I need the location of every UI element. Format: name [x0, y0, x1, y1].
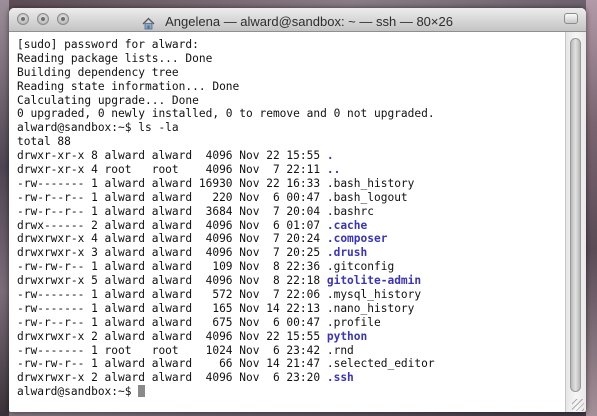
listing-directory-name: .composer [326, 232, 388, 246]
listing-file-name: .nano_history [326, 301, 415, 315]
listing-metadata: -rw-r--r-- 1 alward alward 675 Nov 6 00:… [17, 315, 327, 329]
listing-metadata: drwxr-xr-x 4 root root 4096 Nov 7 22:11 [17, 163, 327, 177]
desktop-background-left [0, 0, 9, 416]
listing-row: drwx------ 2 alward alward 4096 Nov 6 01… [17, 219, 566, 233]
listing-row: drwxrwxr-x 3 alward alward 4096 Nov 7 20… [17, 246, 566, 260]
terminal-line: 0 upgraded, 0 newly installed, 0 to remo… [17, 107, 435, 121]
listing-row: drwxr-xr-x 4 root root 4096 Nov 7 22:11 … [17, 163, 566, 177]
window-title-container: Angelena — alward@sandbox: ~ — ssh — 80×… [9, 11, 586, 30]
listing-row: -rw-rw-r-- 1 alward alward 109 Nov 8 22:… [17, 260, 566, 274]
listing-metadata: drwxrwxr-x 4 alward alward 4096 Nov 7 20… [17, 232, 327, 246]
listing-row: drwxrwxr-x 4 alward alward 4096 Nov 7 20… [17, 232, 566, 246]
terminal-line: Reading state information... Done [17, 79, 240, 93]
terminal-line: Reading package lists... Done [17, 51, 213, 65]
listing-metadata: -rw-r--r-- 1 alward alward 220 Nov 6 00:… [17, 190, 327, 204]
listing-metadata: -rw------- 1 alward alward 572 Nov 7 22:… [17, 288, 327, 302]
listing-directory-name: .drush [326, 246, 368, 260]
terminal-window: Angelena — alward@sandbox: ~ — ssh — 80×… [9, 8, 586, 412]
terminal-line: Calculating upgrade... Done [17, 93, 199, 107]
listing-metadata: -rw------- 1 root root 1024 Nov 6 23:42 [17, 343, 327, 357]
toolbar-toggle-button[interactable] [564, 13, 578, 24]
terminal-line: Building dependency tree [17, 65, 179, 79]
shell-prompt: alward@sandbox:~$ [17, 385, 139, 399]
listing-metadata: drwxrwxr-x 3 alward alward 4096 Nov 7 20… [17, 246, 327, 260]
terminal-content: [sudo] password for alward: Reading packa… [9, 32, 586, 412]
window-title: Angelena — alward@sandbox: ~ — ssh — 80×… [165, 14, 453, 29]
listing-file-name: .rnd [326, 343, 354, 357]
vertical-scrollbar[interactable] [565, 32, 586, 412]
listing-directory-name: gitolite-admin [326, 274, 422, 288]
listing-file-name: .selected_editor [326, 357, 435, 371]
home-folder-icon [142, 15, 155, 30]
listing-metadata: drwxrwxr-x 2 alward alward 4096 Nov 6 23… [17, 371, 327, 385]
listing-metadata: -rw-rw-r-- 1 alward alward 66 Nov 14 21:… [17, 357, 327, 371]
listing-metadata: drwxr-xr-x 8 alward alward 4096 Nov 22 1… [17, 149, 327, 163]
prompt-line[interactable]: alward@sandbox:~$ [17, 385, 566, 399]
listing-row: -rw------- 1 alward alward 16930 Nov 22 … [17, 177, 566, 191]
terminal-line: total 88 [17, 135, 71, 149]
listing-directory-name: .cache [326, 218, 368, 232]
listing-row: -rw-rw-r-- 1 alward alward 66 Nov 14 21:… [17, 357, 566, 371]
listing-row: drwxrwxr-x 5 alward alward 4096 Nov 8 22… [17, 274, 566, 288]
listing-metadata: drwx------ 2 alward alward 4096 Nov 6 01… [17, 218, 327, 232]
listing-row: -rw------- 1 alward alward 165 Nov 14 22… [17, 302, 566, 316]
listing-file-name: .profile [326, 315, 381, 329]
text-cursor [138, 385, 146, 398]
listing-directory-name: .ssh [326, 371, 354, 385]
listing-row: drwxrwxr-x 2 alward alward 4096 Nov 6 23… [17, 371, 566, 385]
listing-file-name: .mysql_history [326, 288, 422, 302]
listing-file-name: .gitconfig [326, 260, 395, 274]
listing-row: drwxrwxr-x 2 alward alward 4096 Nov 22 1… [17, 330, 566, 344]
listing-metadata: drwxrwxr-x 2 alward alward 4096 Nov 22 1… [17, 329, 327, 343]
terminal-output[interactable]: [sudo] password for alward: Reading packa… [9, 32, 566, 412]
resize-grip[interactable] [572, 399, 584, 411]
scrollbar-thumb[interactable] [570, 38, 581, 392]
listing-row: drwxr-xr-x 8 alward alward 4096 Nov 22 1… [17, 149, 566, 163]
listing-metadata: -rw-rw-r-- 1 alward alward 109 Nov 8 22:… [17, 260, 327, 274]
listing-file-name: .bashrc [326, 204, 374, 218]
listing-directory-name: . [326, 149, 334, 163]
listing-file-name: .bash_history [326, 176, 415, 190]
listing-metadata: -rw------- 1 alward alward 165 Nov 14 22… [17, 301, 327, 315]
listing-directory-name: python [326, 329, 368, 343]
listing-metadata: -rw-r--r-- 1 alward alward 3684 Nov 7 20… [17, 204, 327, 218]
listing-directory-name: .. [326, 163, 341, 177]
terminal-line: [sudo] password for alward: [17, 38, 199, 51]
listing-row: -rw------- 1 alward alward 572 Nov 7 22:… [17, 288, 566, 302]
listing-row: -rw-r--r-- 1 alward alward 220 Nov 6 00:… [17, 191, 566, 205]
terminal-line: alward@sandbox:~$ ls -la [17, 121, 179, 135]
listing-file-name: .bash_logout [326, 190, 408, 204]
listing-row: -rw-r--r-- 1 alward alward 675 Nov 6 00:… [17, 316, 566, 330]
listing-metadata: -rw------- 1 alward alward 16930 Nov 22 … [17, 176, 327, 190]
title-bar[interactable]: Angelena — alward@sandbox: ~ — ssh — 80×… [9, 8, 586, 32]
listing-metadata: drwxrwxr-x 5 alward alward 4096 Nov 8 22… [17, 274, 327, 288]
desktop-background-right [586, 0, 597, 416]
listing-row: -rw-r--r-- 1 alward alward 3684 Nov 7 20… [17, 205, 566, 219]
listing-row: -rw------- 1 root root 1024 Nov 6 23:42 … [17, 344, 566, 358]
